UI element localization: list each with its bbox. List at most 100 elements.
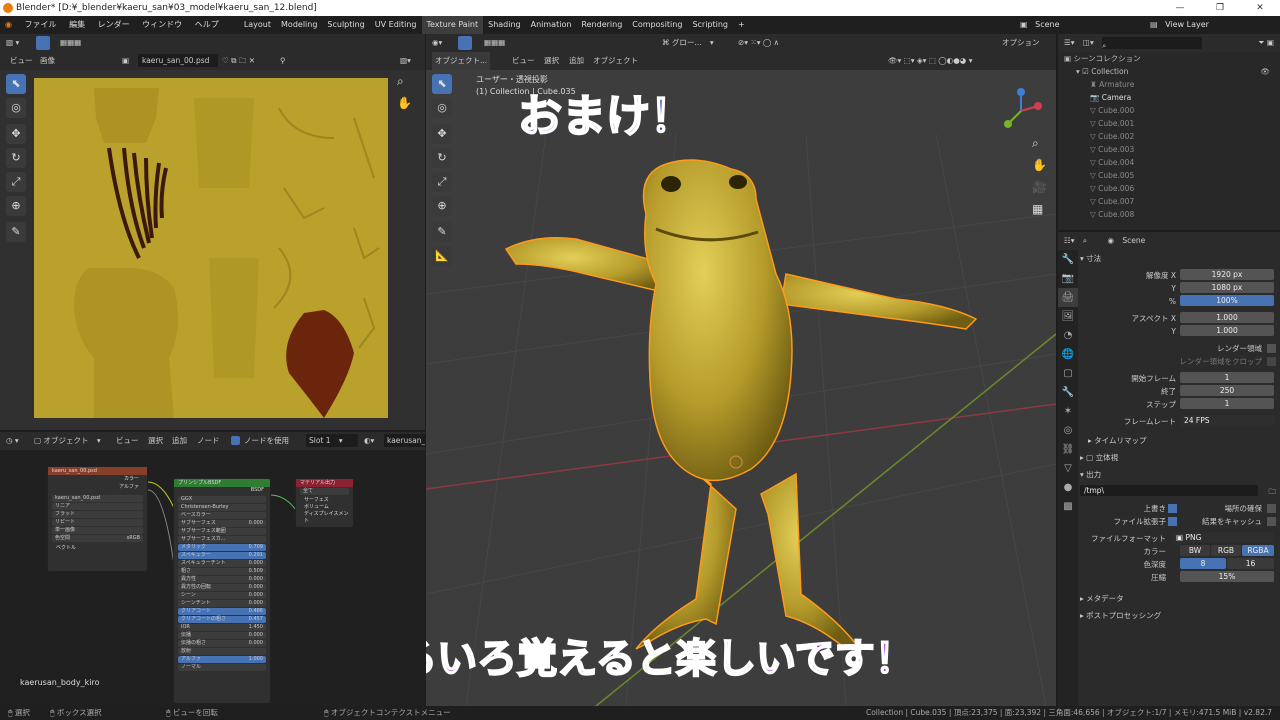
outliner-item[interactable]: ▽ Cube.002 — [1058, 130, 1280, 143]
material-name-field[interactable]: kaerusan_b — [384, 434, 425, 447]
viewport-select-icon[interactable] — [458, 36, 472, 50]
viewport-menu-select[interactable]: 選択 — [544, 52, 559, 70]
outliner-item[interactable]: ▽ Cube.005 — [1058, 169, 1280, 182]
outliner-type-icon[interactable]: ☰▾ — [1064, 38, 1075, 47]
zoom-icon[interactable]: ⌕ — [397, 74, 404, 89]
vp-move-tool-button[interactable]: ✥ — [432, 124, 452, 144]
placeholders-checkbox[interactable] — [1267, 504, 1276, 513]
outliner-search-input[interactable]: ⌕ — [1102, 37, 1203, 50]
tab-shading[interactable]: Shading — [483, 16, 526, 34]
tab-compositing[interactable]: Compositing — [627, 16, 687, 34]
filter-icon[interactable]: ⏷ ▣ — [1259, 34, 1274, 52]
node-menu-select[interactable]: 選択 — [148, 432, 163, 450]
move-tool-button[interactable]: ✥ — [6, 124, 26, 144]
rotate-tool-button[interactable]: ↻ — [6, 148, 26, 168]
menu-image[interactable]: 画像 — [40, 52, 55, 70]
viewport-menu-add[interactable]: 追加 — [569, 52, 584, 70]
select-tool-icon[interactable] — [36, 36, 50, 50]
crop-row[interactable]: レンダー領域をクロップ — [1080, 355, 1276, 368]
object-mode-dropdown[interactable]: ▢ オブジェクト ▾ — [34, 432, 101, 450]
dimensions-panel-header[interactable]: ▾ 寸法 — [1080, 252, 1276, 265]
output-panel-header[interactable]: ▾ 出力 — [1080, 468, 1276, 481]
menu-help[interactable]: ヘルプ — [190, 16, 224, 34]
viewport-mode-dropdown[interactable]: オブジェクト... — [432, 52, 491, 70]
aspect-x-field[interactable]: 1.000 — [1180, 312, 1274, 323]
image-browse-icon[interactable]: ▣ — [122, 52, 129, 70]
overlay-gizmo-icons[interactable]: 👁▾ ⬚▾ ◈▾ ⬚ ◯◐●◕ ▾ — [888, 52, 972, 70]
bsdf-input-row[interactable]: クリアコート 0.486 — [178, 608, 266, 615]
vp-annotate-tool-button[interactable]: ✎ — [432, 222, 452, 242]
render-tab-icon[interactable]: 📷 — [1058, 269, 1078, 288]
cache-checkbox[interactable] — [1267, 517, 1276, 526]
bsdf-input-row[interactable]: クリアコートの粗さ 0.457 — [178, 616, 266, 623]
snap-icons[interactable]: ⊘▾ ⁙▾ ◯ ∧ — [738, 34, 779, 52]
overwrite-checkbox[interactable] — [1168, 504, 1177, 513]
bsdf-input-row[interactable]: メタリック 0.709 — [178, 544, 266, 551]
outliner-item[interactable]: ▽ Cube.000 — [1058, 104, 1280, 117]
bsdf-input-row[interactable]: 伝播 0.000 — [178, 632, 266, 639]
metadata-panel[interactable]: ▸ メタデータ — [1080, 592, 1276, 605]
output-path-field[interactable]: /tmp\ — [1080, 485, 1258, 496]
crop-checkbox[interactable] — [1267, 357, 1276, 366]
menu-file[interactable]: ファイル — [20, 16, 62, 34]
vp-cursor-tool-button[interactable]: ◎ — [432, 98, 452, 118]
blender-menu-icon[interactable]: ◉ — [0, 16, 17, 34]
vp-measure-tool-button[interactable]: 📐 — [432, 246, 452, 266]
bsdf-input-row[interactable]: シーンチント 0.000 — [178, 600, 266, 607]
texture-tab-icon[interactable]: ▩ — [1058, 497, 1078, 516]
viewport-editor-type-icon[interactable]: ◉▾ — [432, 34, 442, 52]
render-region-checkbox[interactable] — [1267, 344, 1276, 353]
visibility-icon[interactable]: 👁 — [1260, 65, 1270, 78]
bsdf-input-row[interactable]: 伝播の粗さ 0.000 — [178, 640, 266, 647]
outliner-item[interactable]: ▽ Cube.008 — [1058, 208, 1280, 221]
outliner-item[interactable]: ▽ Cube.003 — [1058, 143, 1280, 156]
vp-transform-tool-button[interactable]: ⊕ — [432, 196, 452, 216]
tab-layout[interactable]: Layout — [239, 16, 276, 34]
principled-bsdf-node[interactable]: プリンシプルBSDF BSDF GGX Christensen-Burley ベ… — [173, 478, 271, 704]
image-actions-icons[interactable]: ♡ ⧉ 🗀 ✕ — [222, 52, 255, 70]
distribution-dropdown[interactable]: GGX — [178, 496, 266, 503]
time-remap-panel[interactable]: ▸ タイムリマップ — [1080, 434, 1276, 447]
object-tab-icon[interactable]: ▢ — [1058, 364, 1078, 383]
scale-tool-button[interactable]: ⤢ — [6, 172, 26, 192]
material-output-node[interactable]: マテリアル出力 全て サーフェス ボリューム ディスプレイスメント — [295, 478, 354, 528]
particles-tab-icon[interactable]: ✶ — [1058, 402, 1078, 421]
pin-icon[interactable]: ⚲ — [280, 52, 286, 70]
vp-zoom-icon[interactable]: ⌕ — [1032, 132, 1047, 154]
select-tool-button[interactable]: ⬉ — [6, 74, 26, 94]
resolution-y-field[interactable]: 1080 px — [1180, 282, 1274, 293]
tool-tab-icon[interactable]: 🔧 — [1058, 250, 1078, 269]
image-texture-node[interactable]: kaeru_san_00.psd カラー アルファ kaeru_san_00.p… — [47, 466, 148, 572]
outliner-item[interactable]: 📷 Camera — [1058, 91, 1280, 104]
minimize-button[interactable]: — — [1160, 0, 1200, 16]
outliner-item[interactable]: ▽ Cube.007 — [1058, 195, 1280, 208]
bsdf-input-row[interactable]: IOR 1.450 — [178, 624, 266, 631]
bsdf-input-row[interactable]: ベースカラー — [178, 512, 266, 519]
cursor-tool-button[interactable]: ◎ — [6, 98, 26, 118]
image-file-field[interactable]: kaeru_san_00.psd — [52, 495, 143, 502]
image-name-field[interactable]: kaeru_san_00.psd — [138, 54, 218, 67]
outliner-item[interactable]: ▽ Cube.004 — [1058, 156, 1280, 169]
modifier-tab-icon[interactable]: 🔧 — [1058, 383, 1078, 402]
tab-scripting[interactable]: Scripting — [687, 16, 733, 34]
vp-rotate-tool-button[interactable]: ↻ — [432, 148, 452, 168]
node-editor-type-icon[interactable]: ◷ ▾ — [6, 432, 19, 450]
node-menu-view[interactable]: ビュー — [116, 432, 139, 450]
output-target-dropdown[interactable]: 全て — [300, 488, 349, 495]
bsdf-input-row[interactable]: 異方性の回転 0.000 — [178, 584, 266, 591]
transform-tool-button[interactable]: ⊕ — [6, 196, 26, 216]
bsdf-input-row[interactable]: 放射 — [178, 648, 266, 655]
stereo-panel[interactable]: ▸ ▢ 立体視 — [1080, 451, 1276, 464]
file-ext-checkbox[interactable] — [1168, 517, 1177, 526]
world-tab-icon[interactable]: 🌐 — [1058, 345, 1078, 364]
display-mode-icon[interactable]: ◫▾ — [1083, 38, 1094, 47]
collection-row[interactable]: ▾ ☑ Collection 👁 — [1058, 65, 1280, 78]
frame-start-field[interactable]: 1 — [1180, 372, 1274, 383]
colorspace-row[interactable]: 色空間 sRGB — [52, 535, 143, 542]
tab-animation[interactable]: Animation — [526, 16, 577, 34]
aspect-y-field[interactable]: 1.000 — [1180, 325, 1274, 336]
color-rgb-button[interactable]: RGB — [1211, 545, 1241, 556]
compression-slider[interactable]: 15% — [1180, 571, 1274, 582]
material-icon[interactable]: ◐▾ — [364, 432, 374, 450]
source-dropdown[interactable]: 単一画像 — [52, 527, 143, 534]
